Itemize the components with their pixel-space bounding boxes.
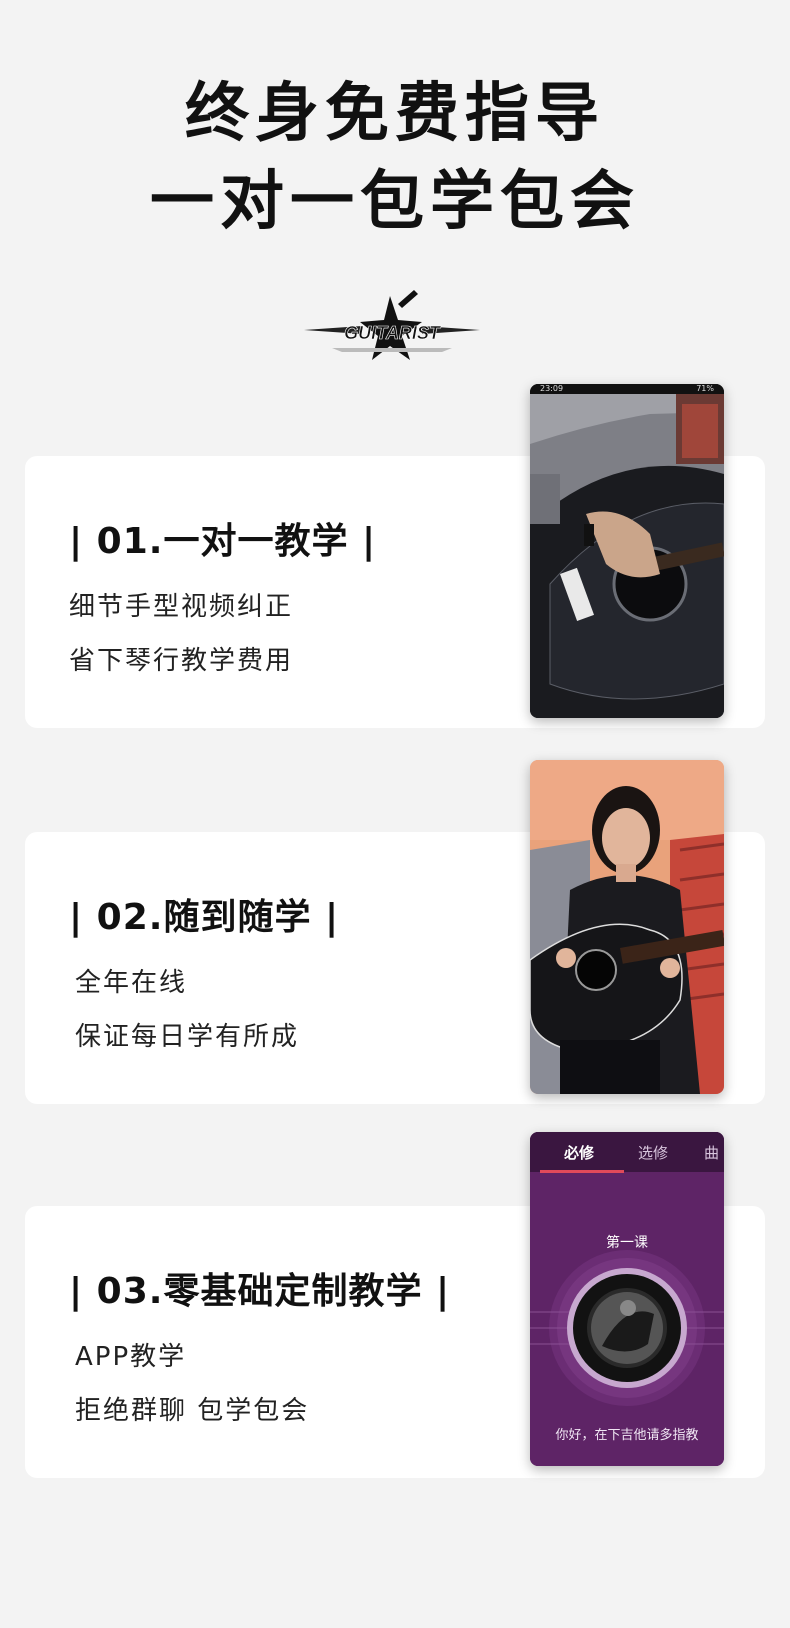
status-bar: 23:09 71% bbox=[530, 384, 724, 394]
tab-active-indicator bbox=[540, 1170, 624, 1173]
feature-line: 全年在线 bbox=[75, 968, 188, 998]
status-battery: 71% bbox=[696, 384, 714, 393]
logo-text: GUITARIST bbox=[344, 323, 442, 343]
headline-line-2: 一对一包学包会 bbox=[150, 165, 640, 239]
feature-title: | 02.随到随学 | bbox=[69, 897, 340, 938]
headline: 终身免费指导 一对一包学包会 bbox=[0, 70, 790, 246]
tab-elective[interactable]: 选修 bbox=[638, 1142, 668, 1163]
tab-required[interactable]: 必修 bbox=[564, 1142, 594, 1163]
feature-line: 保证每日学有所成 bbox=[75, 1022, 300, 1052]
guitarist-logo: GUITARIST bbox=[302, 290, 482, 370]
app-screenshot: 必修 选修 曲 第一课 你好，在下吉他请多指教 bbox=[530, 1132, 724, 1466]
feature-line: APP教学 bbox=[75, 1342, 187, 1372]
feature-title: | 03.零基础定制教学 | bbox=[69, 1271, 451, 1312]
guitar-player-photo bbox=[530, 760, 724, 1094]
headline-line-1: 终身免费指导 bbox=[185, 77, 605, 151]
lesson-caption: 你好，在下吉他请多指教 bbox=[555, 1428, 699, 1443]
app-tab-bar: 必修 选修 曲 bbox=[530, 1132, 724, 1173]
feature-title: | 01.一对一教学 | bbox=[69, 521, 377, 562]
lesson-title: 第一课 bbox=[606, 1235, 648, 1251]
tab-songs[interactable]: 曲 bbox=[704, 1142, 719, 1163]
feature-line: 拒绝群聊 包学包会 bbox=[75, 1396, 310, 1426]
video-call-screenshot: 23:09 71% bbox=[530, 384, 724, 718]
feature-line: 省下琴行教学费用 bbox=[69, 646, 294, 676]
feature-line: 细节手型视频纠正 bbox=[69, 592, 294, 622]
status-time: 23:09 bbox=[540, 384, 564, 393]
